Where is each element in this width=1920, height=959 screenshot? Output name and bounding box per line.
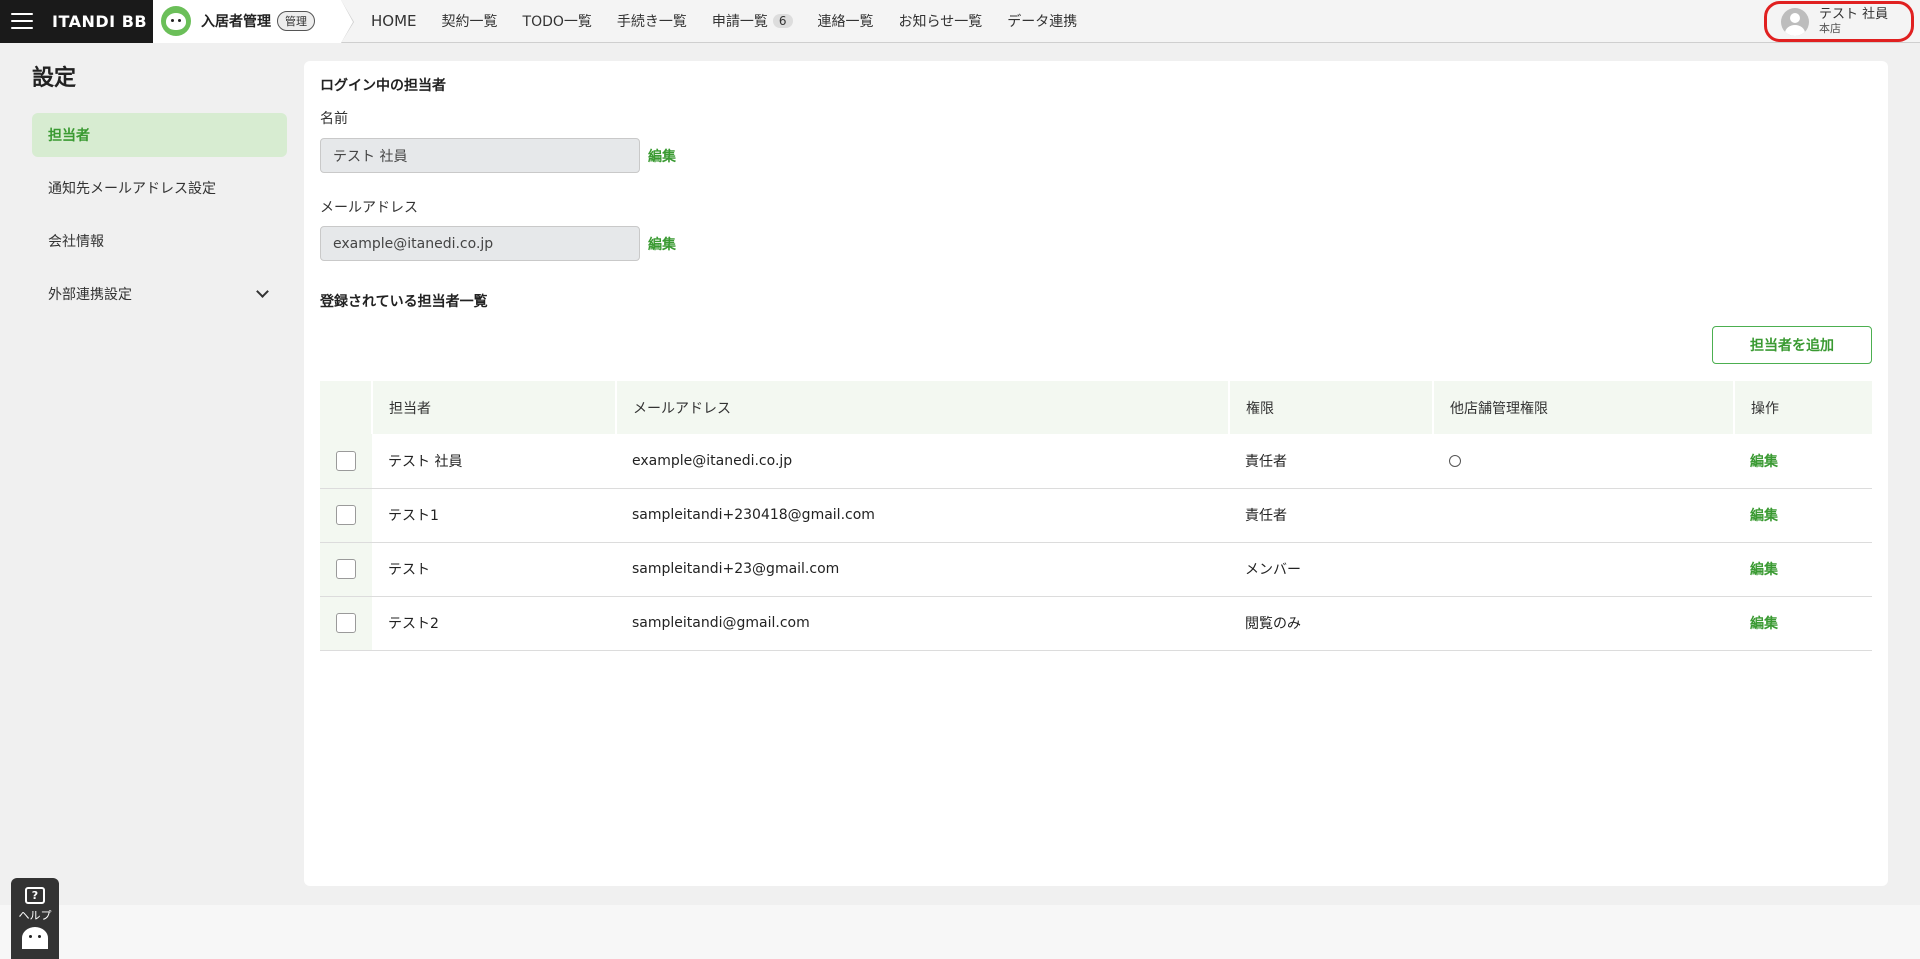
row-checkbox[interactable] (336, 559, 356, 579)
staff-action-cell: 編集 (1734, 596, 1872, 650)
staff-name: テスト (388, 562, 430, 578)
staff-email: sampleitandi+230418@gmail.com (632, 507, 875, 523)
chevron-down-icon (256, 285, 269, 298)
user-menu[interactable]: テスト 社員 本店 (1764, 1, 1914, 42)
help-question-icon: ? (25, 887, 45, 904)
row-checkbox-cell (320, 596, 372, 650)
settings-menu: 担当者 通知先メールアドレス設定 会社情報 外部連携設定 (32, 113, 287, 325)
product-name: 入居者管理 (201, 14, 271, 30)
staff-action-cell: 編集 (1734, 434, 1872, 488)
header-role: 権限 (1229, 381, 1434, 434)
sidebar-item-label: 外部連携設定 (48, 287, 132, 303)
header-staff: 担当者 (372, 381, 617, 434)
page-title: 設定 (32, 66, 77, 91)
staff-name: テスト2 (388, 616, 439, 632)
login-section-title: ログイン中の担当者 (320, 78, 446, 94)
edit-name-link[interactable]: 編集 (648, 146, 676, 166)
staff-other-store (1433, 488, 1734, 542)
admin-badge: 管理 (277, 11, 315, 31)
nav-contacts[interactable]: 連絡一覧 (818, 11, 874, 31)
header-actions: 操作 (1751, 400, 1779, 417)
staff-email: example@itanedi.co.jp (632, 452, 793, 469)
main-nav: HOME 契約一覧 TODO一覧 手続き一覧 申請一覧 6 連絡一覧 お知らせ一… (371, 11, 1102, 31)
brand-area: ITANDI BB (0, 0, 153, 43)
help-mascot-icon (22, 927, 48, 949)
edit-staff-link[interactable]: 編集 (1750, 562, 1778, 578)
help-widget[interactable]: ? ヘルプ (11, 878, 59, 959)
nav-applications-label: 申請一覧 (711, 14, 768, 30)
nav-todo[interactable]: TODO一覧 (523, 11, 592, 31)
applications-count-badge: 6 (772, 14, 793, 28)
product-switcher[interactable]: 入居者管理 管理 (153, 0, 354, 43)
email-field[interactable] (320, 226, 640, 261)
header-other-store: 他店舗管理権限 (1433, 381, 1735, 434)
edit-staff-link[interactable]: 編集 (1750, 616, 1778, 632)
table-row: テスト1 sampleitandi+230418@gmail.com 責任者 編… (320, 488, 1872, 542)
staff-action-cell: 編集 (1734, 488, 1872, 542)
user-name: テスト 社員 (1819, 6, 1889, 22)
staff-other-store (1433, 596, 1734, 650)
row-checkbox[interactable] (336, 613, 356, 633)
staff-action-cell: 編集 (1734, 542, 1872, 596)
staff-email: sampleitandi@gmail.com (632, 615, 810, 631)
other-store-circle-icon (1449, 454, 1461, 467)
mascot-icon (161, 6, 191, 36)
edit-staff-link[interactable]: 編集 (1750, 508, 1778, 524)
row-checkbox-cell (320, 488, 372, 542)
staff-other-store (1433, 434, 1734, 488)
user-avatar-icon (1781, 7, 1809, 36)
row-checkbox[interactable] (336, 505, 356, 525)
nav-applications[interactable]: 申請一覧 6 (712, 11, 793, 31)
sidebar-item-notification-email[interactable]: 通知先メールアドレス設定 (32, 166, 287, 210)
table-row: テスト2 sampleitandi@gmail.com 閲覧のみ 編集 (320, 596, 1872, 650)
edit-email-link[interactable]: 編集 (648, 234, 676, 254)
header-email: メールアドレス (616, 381, 1230, 434)
help-label: ヘルプ (18, 909, 52, 922)
row-checkbox[interactable] (336, 450, 356, 471)
staff-other-store (1433, 542, 1734, 596)
nav-notices[interactable]: お知らせ一覧 (899, 11, 983, 31)
staff-settings-card: ログイン中の担当者 名前 編集 メールアドレス 編集 登録されている担当者一覧 … (304, 61, 1888, 886)
staff-email: sampleitandi+23@gmail.com (632, 561, 840, 577)
table-row: テスト sampleitandi+23@gmail.com メンバー 編集 (320, 542, 1872, 596)
nav-contracts[interactable]: 契約一覧 (442, 11, 498, 31)
hamburger-menu-icon[interactable] (11, 13, 33, 29)
staff-role: メンバー (1245, 562, 1301, 578)
nav-procedures[interactable]: 手続き一覧 (617, 11, 687, 31)
nav-data-link[interactable]: データ連携 (1007, 11, 1077, 31)
header-checkbox-cell (320, 381, 373, 434)
add-staff-button[interactable]: 担当者を追加 (1712, 326, 1872, 364)
page-footer-strip (0, 905, 1920, 959)
staff-role: 責任者 (1245, 508, 1287, 524)
email-label: メールアドレス (320, 200, 418, 216)
edit-staff-link[interactable]: 編集 (1750, 454, 1778, 470)
table-header-row: 担当者 メールアドレス 権限 他店舗管理権限 操作 (320, 381, 1872, 434)
sidebar-item-company-info[interactable]: 会社情報 (32, 219, 287, 263)
staff-role: 閲覧のみ (1245, 616, 1301, 632)
name-field[interactable] (320, 138, 640, 173)
nav-home[interactable]: HOME (371, 12, 417, 30)
table-row: テスト 社員 example@itanedi.co.jp 責任者 編集 (320, 434, 1872, 488)
staff-role: 責任者 (1245, 453, 1287, 470)
top-bar: ITANDI BB 入居者管理 管理 HOME 契約一覧 TODO一覧 手続き一… (0, 0, 1920, 43)
staff-table: 担当者 メールアドレス 権限 他店舗管理権限 操作 テスト 社員 example… (320, 381, 1872, 651)
row-checkbox-cell (320, 434, 372, 488)
staff-name: テスト 社員 (388, 453, 463, 470)
sidebar-item-staff[interactable]: 担当者 (32, 113, 287, 157)
row-checkbox-cell (320, 542, 372, 596)
user-info: テスト 社員 本店 (1819, 6, 1889, 36)
staff-list-title: 登録されている担当者一覧 (320, 294, 488, 310)
user-branch: 本店 (1819, 21, 1841, 35)
name-label: 名前 (320, 111, 348, 127)
sidebar-item-external-integration[interactable]: 外部連携設定 (32, 272, 287, 316)
staff-name: テスト1 (388, 508, 439, 524)
logo[interactable]: ITANDI BB (52, 12, 147, 31)
